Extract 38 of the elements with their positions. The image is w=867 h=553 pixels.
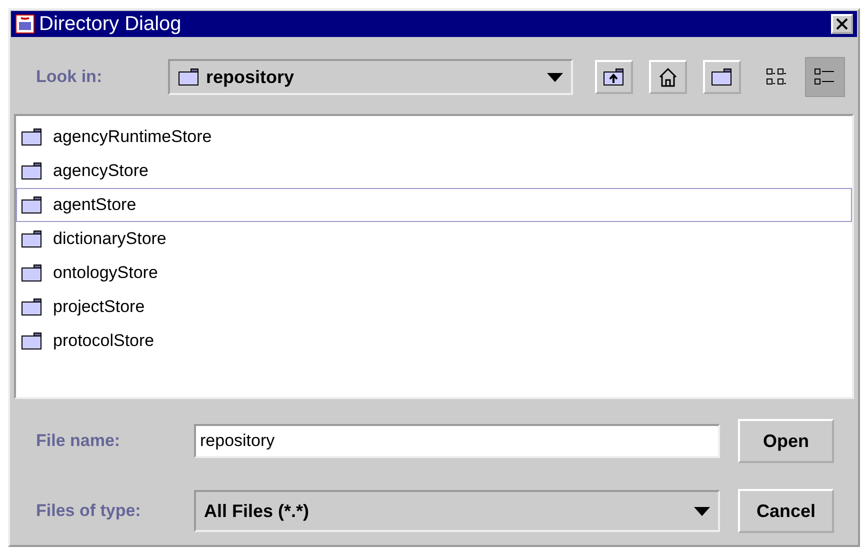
file-name-field[interactable]: repository [194, 424, 720, 458]
folder-icon [21, 128, 43, 146]
folder-item[interactable]: projectStore [16, 290, 852, 324]
folder-item[interactable]: agencyStore [16, 154, 852, 188]
folder-up-icon [603, 68, 625, 86]
folder-item[interactable]: agencyRuntimeStore [16, 120, 852, 154]
toolbar-button[interactable] [649, 60, 687, 94]
look-in-dropdown[interactable]: repository [168, 59, 573, 95]
toolbar-button[interactable] [703, 60, 741, 94]
folder-item[interactable]: ontologyStore [16, 256, 852, 290]
folder-icon [21, 298, 43, 316]
folder-item[interactable]: agentStore [16, 188, 852, 222]
folder-item[interactable]: protocolStore [16, 324, 852, 358]
file-type-label: Files of type: [36, 501, 142, 521]
folder-icon [21, 332, 43, 350]
toolbar-button[interactable] [595, 60, 633, 94]
dropdown-arrow-icon [547, 72, 563, 82]
folder-icon [711, 68, 733, 86]
folder-icon [21, 196, 43, 214]
app-icon [15, 14, 35, 34]
folder-icon [21, 162, 43, 180]
view-toggle-button[interactable] [805, 57, 845, 97]
home-icon [658, 67, 678, 87]
list-view-icon [766, 67, 788, 87]
look-in-label: Look in: [36, 67, 104, 87]
open-button[interactable]: Open [738, 419, 834, 463]
folder-icon [21, 230, 43, 248]
dropdown-arrow-icon [694, 506, 710, 516]
folder-icon [178, 68, 200, 86]
close-icon [836, 18, 848, 30]
details-view-icon [814, 67, 836, 87]
close-button[interactable] [831, 14, 853, 34]
file-name-label: File name: [36, 431, 122, 451]
cancel-button[interactable]: Cancel [738, 489, 834, 533]
window-title: Directory Dialog [39, 12, 182, 36]
file-type-dropdown[interactable]: All Files (*.*) [194, 490, 720, 532]
folder-icon [21, 264, 43, 282]
folder-item[interactable]: dictionaryStore [16, 222, 852, 256]
